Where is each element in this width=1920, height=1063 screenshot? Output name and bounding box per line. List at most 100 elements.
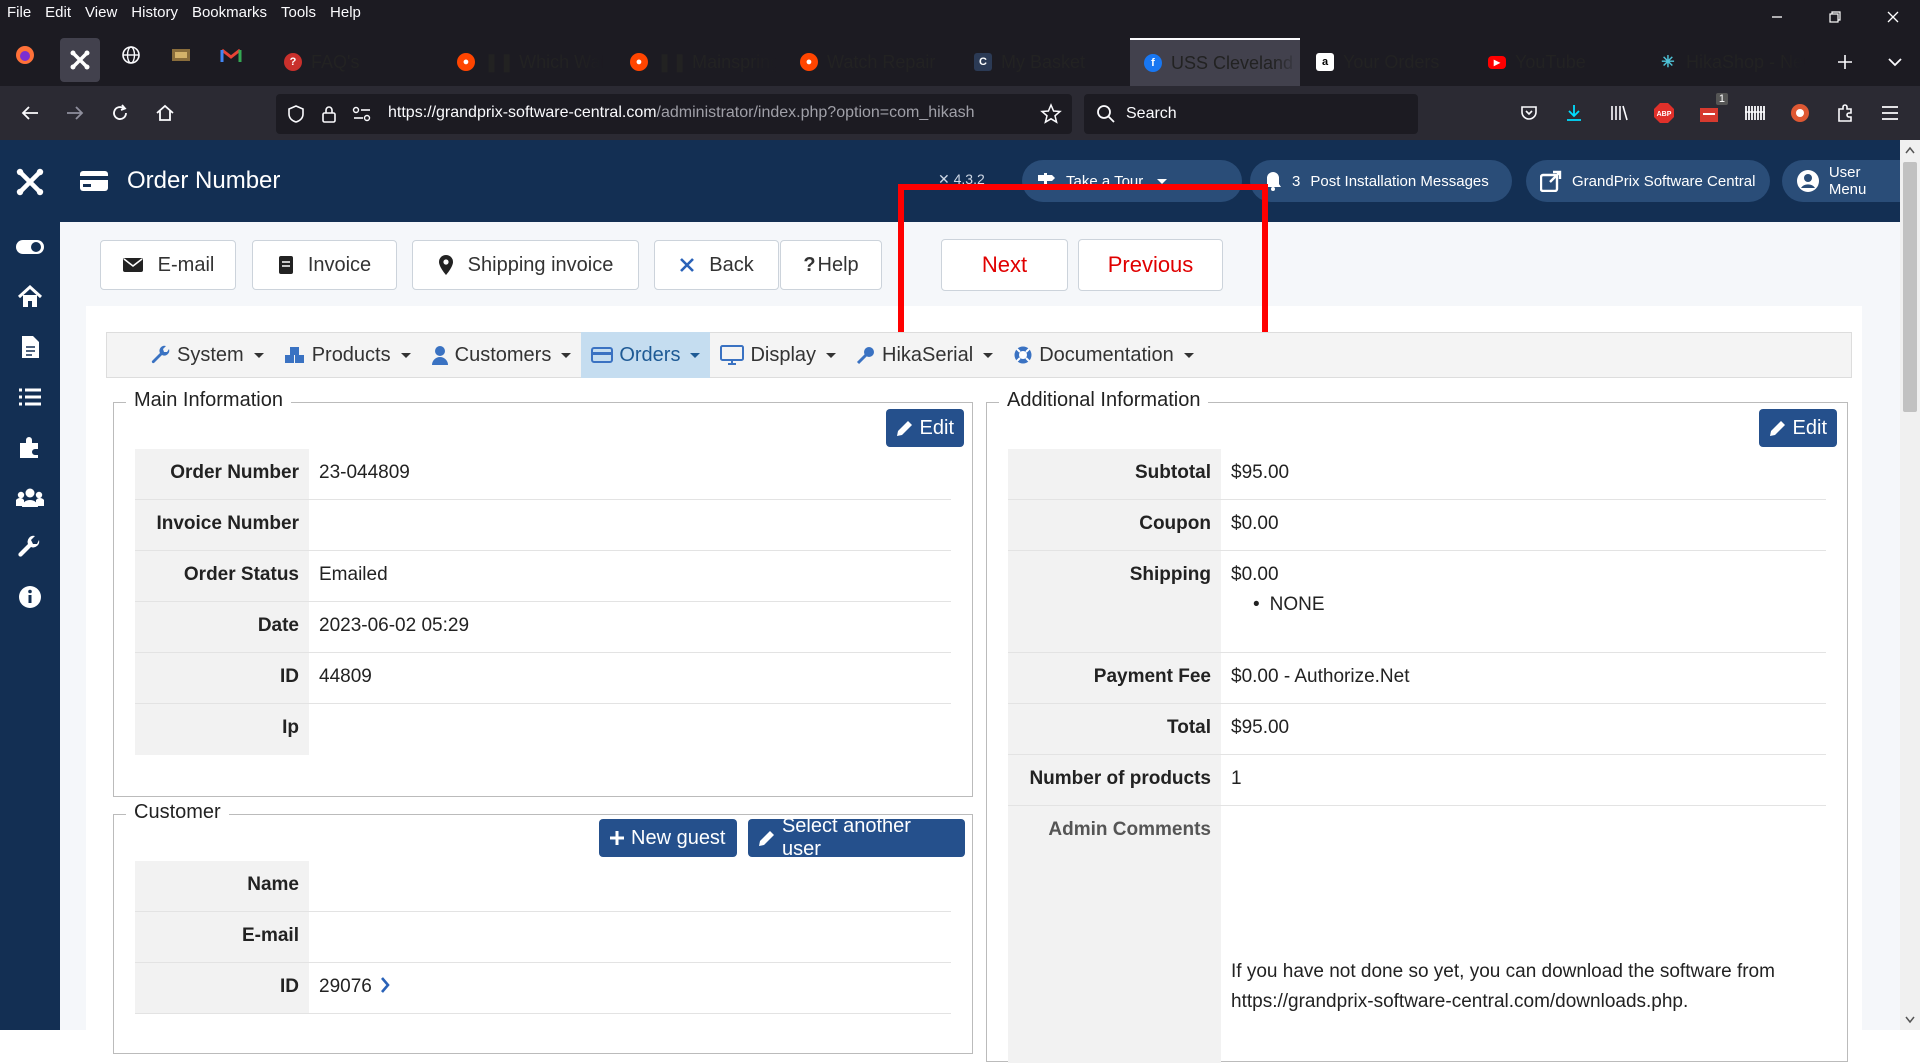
url-bar[interactable]: https://grandprix-software-central.com/a… [276, 94, 1072, 134]
menu-edit[interactable]: Edit [38, 4, 78, 21]
pencil-icon [1770, 421, 1785, 436]
pocket-icon[interactable] [1515, 99, 1543, 127]
table-row: Invoice Number [135, 500, 951, 551]
menu-tools[interactable]: Tools [274, 4, 323, 21]
menu-system[interactable]: System [141, 332, 274, 378]
post-installation-messages-button[interactable]: 3 Post Installation Messages [1250, 160, 1512, 202]
menu-help[interactable]: Help [323, 4, 368, 21]
pinned-tab-joomla[interactable] [60, 38, 100, 82]
components-puzzle-icon[interactable] [12, 429, 48, 465]
menu-orders[interactable]: Orders [581, 332, 711, 378]
reddit-favicon-icon: ● [457, 53, 475, 71]
customer-fieldset: Customer New guest Select another user N… [113, 801, 973, 1054]
barcode-icon[interactable] [1741, 99, 1769, 127]
main-info-edit-button[interactable]: Edit [886, 409, 964, 447]
extensions-puzzle-icon[interactable] [1831, 99, 1859, 127]
menu-display[interactable]: Display [710, 332, 846, 378]
table-row: Shipping $0.00 • NONE [1008, 551, 1826, 653]
plus-icon [610, 831, 624, 845]
table-row: Name [135, 861, 951, 912]
content-document-icon[interactable] [12, 329, 48, 365]
tab-youtube[interactable]: ▶ YouTube [1474, 38, 1634, 86]
table-row: Coupon $0.00 [1008, 500, 1826, 551]
forward-arrow-icon[interactable] [61, 99, 89, 127]
reddit-favicon-icon: ● [630, 53, 648, 71]
lock-icon[interactable] [320, 104, 338, 124]
back-arrow-icon[interactable] [16, 99, 44, 127]
menus-list-icon[interactable] [12, 379, 48, 415]
info-icon[interactable] [12, 579, 48, 615]
svg-text:ABP: ABP [1657, 111, 1672, 118]
page-title: Order Number [127, 167, 281, 194]
menu-hikaserial[interactable]: HikaSerial [846, 332, 1003, 378]
extension-badge-icon[interactable]: 1 [1696, 93, 1728, 127]
menu-history[interactable]: History [124, 4, 185, 21]
select-another-user-button[interactable]: Select another user [748, 815, 965, 860]
amazon-favicon-icon: a [1316, 53, 1334, 71]
invoice-button[interactable]: Invoice [252, 240, 397, 290]
site-link-button[interactable]: GrandPrix Software Central [1526, 160, 1770, 202]
search-bar[interactable]: Search [1084, 94, 1418, 134]
page-scrollbar[interactable] [1900, 140, 1920, 1030]
map-marker-icon [438, 255, 453, 275]
menu-documentation[interactable]: Documentation [1003, 332, 1204, 378]
new-tab-icon[interactable] [1830, 47, 1860, 77]
user-icon [431, 346, 448, 365]
tab-which-watch[interactable]: ●❚❚ Which Watch H [443, 38, 603, 86]
menu-bookmarks[interactable]: Bookmarks [185, 4, 274, 21]
duckduckgo-icon[interactable] [1786, 99, 1814, 127]
menu-customers[interactable]: Customers [421, 332, 582, 378]
help-button[interactable]: ? Help [780, 240, 882, 290]
bullet-icon: • [1253, 594, 1260, 615]
menu-view[interactable]: View [78, 4, 124, 21]
scroll-up-icon[interactable] [1905, 146, 1915, 154]
tab-my-basket[interactable]: C My Basket [960, 38, 1120, 86]
customer-id-value: 29076 [319, 976, 372, 997]
table-row: Date 2023-06-02 05:29 [135, 602, 951, 653]
tab-your-orders[interactable]: a Your Orders [1302, 38, 1462, 86]
bookmark-star-icon[interactable] [1040, 103, 1062, 125]
menu-file[interactable]: File [0, 4, 38, 21]
user-avatar-icon [1797, 170, 1819, 192]
toggle-menu-icon[interactable] [12, 229, 48, 265]
tab-uss-cleveland[interactable]: fUSS Cleveland (LP [1130, 38, 1300, 86]
menu-products[interactable]: Products [274, 332, 421, 378]
additional-info-edit-button[interactable]: Edit [1759, 409, 1837, 447]
table-row: Payment Fee $0.00 - Authorize.Net [1008, 653, 1826, 704]
tab-mainspring[interactable]: ●❚❚ Mainspring win [616, 38, 776, 86]
table-row: Order Status Emailed [135, 551, 951, 602]
pencil-icon [759, 831, 774, 846]
users-icon[interactable] [12, 479, 48, 515]
tab-watch-repair[interactable]: ● Watch Repair [786, 38, 946, 86]
home-icon[interactable] [151, 99, 179, 127]
new-guest-button[interactable]: New guest [599, 819, 737, 857]
globe-icon[interactable] [116, 40, 146, 70]
chevron-down-icon [1157, 178, 1168, 184]
firefox-icon[interactable] [10, 40, 40, 70]
table-row: Admin Comments If you have not done so ye… [1008, 806, 1826, 1063]
reload-icon[interactable] [106, 99, 134, 127]
scroll-down-icon[interactable] [1905, 1016, 1915, 1024]
gmail-icon[interactable] [216, 40, 246, 70]
email-button[interactable]: E-mail [100, 240, 236, 290]
tab-hikashop[interactable]: ✳HikaShop - New T [1645, 38, 1805, 86]
library-icon[interactable] [1605, 99, 1633, 127]
back-button[interactable]: Back [654, 240, 779, 290]
shipping-invoice-button[interactable]: Shipping invoice [412, 240, 639, 290]
scrollbar-thumb[interactable] [1903, 162, 1917, 412]
envelope-icon [122, 258, 143, 272]
joomla-logo-icon[interactable] [12, 164, 48, 200]
downloads-icon[interactable] [1560, 99, 1588, 127]
shield-icon[interactable] [286, 104, 306, 124]
adblock-icon[interactable]: ABP [1650, 99, 1678, 127]
home-dashboard-icon[interactable] [12, 279, 48, 315]
main-information-fieldset: Main Information Edit Order Number 23-044… [113, 389, 973, 797]
system-wrench-icon[interactable] [12, 529, 48, 565]
pinned-site-icon[interactable] [166, 40, 196, 70]
c-favicon-icon: C [974, 53, 992, 71]
tab-faq[interactable]: ? FAQ's [270, 38, 420, 86]
permissions-icon[interactable] [352, 105, 372, 123]
hamburger-menu-icon[interactable] [1876, 99, 1904, 127]
list-tabs-icon[interactable] [1880, 47, 1910, 77]
chevron-right-icon[interactable] [380, 976, 390, 1013]
